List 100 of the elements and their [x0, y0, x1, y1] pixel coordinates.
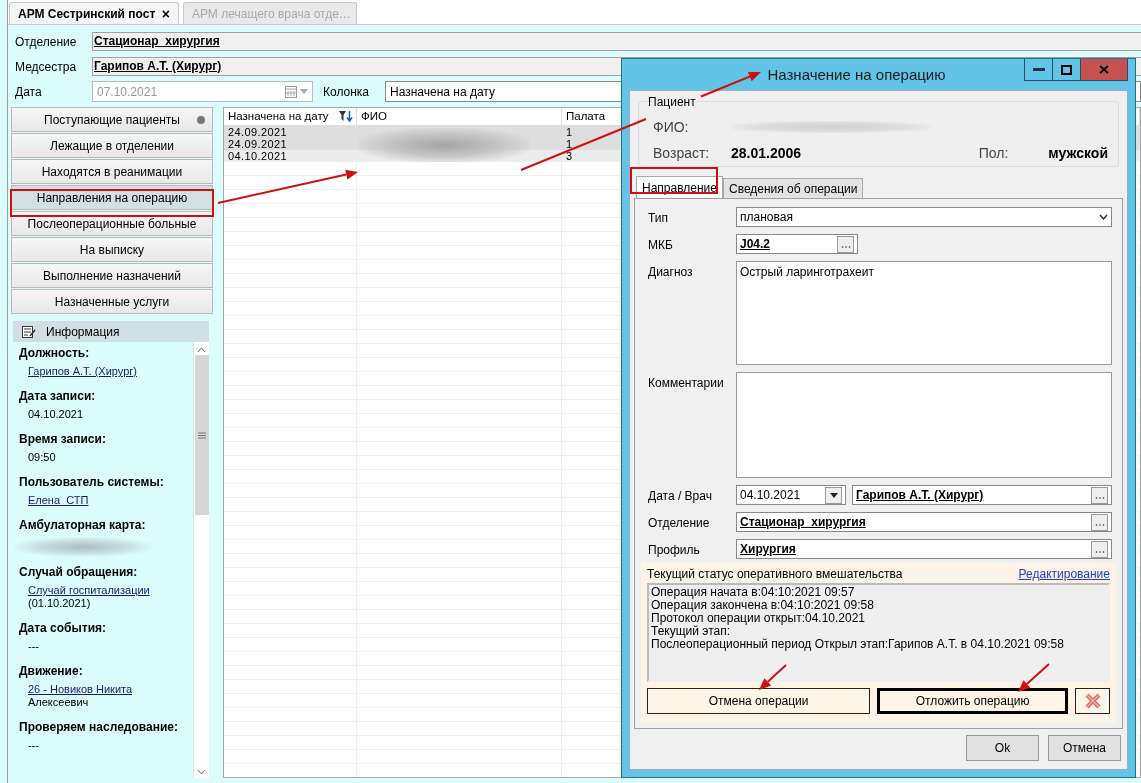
nav-button[interactable]: Лежащие в отделении [11, 133, 213, 158]
arrow-down-icon[interactable] [197, 769, 206, 775]
field-label: Отделение [647, 515, 711, 530]
ellipsis-button[interactable] [1091, 513, 1108, 531]
delete-button[interactable] [1075, 688, 1110, 714]
status-title: Текущий статус оперативного вмешательства [647, 567, 903, 583]
x-icon [1084, 693, 1101, 709]
close-icon [1099, 65, 1109, 74]
filter-sort-icon[interactable] [339, 111, 353, 122]
close-button[interactable]: × [161, 5, 170, 22]
field-label: Отделение [15, 34, 78, 49]
info-link[interactable]: Елена СТП [28, 494, 89, 506]
date-field[interactable]: 04.10.2021 [736, 485, 846, 505]
field-label: Тип [647, 210, 669, 225]
dialog-button[interactable]: Ok [966, 735, 1039, 761]
status-line: Послеоперационный период Открыл этап:Гарипов А.Т. в 04.10.2021 09:58 [651, 638, 1065, 651]
info-label: Движение: [19, 664, 84, 679]
nav-button[interactable]: Выполнение назначений [11, 263, 213, 288]
field-label: МКБ [647, 237, 674, 252]
comments-field[interactable] [736, 372, 1112, 478]
field-label: Профиль [647, 542, 701, 557]
nav-button[interactable]: Находятся в реанимации [11, 159, 213, 184]
department-field[interactable]: Стационар хирургия [92, 32, 1141, 51]
info-label: Дата события: [19, 621, 108, 636]
info-label: Проверяем наследование: [19, 720, 179, 735]
info-link[interactable]: Гарипов А.Т. (Хирург) [28, 365, 137, 377]
indicator-dot [197, 116, 205, 124]
close-button[interactable] [1081, 59, 1127, 80]
notepad-icon [22, 325, 36, 338]
info-link[interactable]: 26 - Новиков Никита [28, 683, 133, 695]
field-label: Пол: [978, 145, 1009, 161]
chevron-down-icon [1099, 214, 1108, 220]
nav-button[interactable]: Поступающие пациенты [11, 107, 213, 132]
ellipsis-button[interactable] [1091, 486, 1108, 504]
mkb-field[interactable]: J04.2 [736, 234, 858, 254]
grip-icon [197, 431, 206, 439]
ellipsis-icon [1094, 522, 1105, 527]
info-label: Пользователь системы: [19, 475, 165, 490]
field-label: Колонка [323, 84, 371, 99]
table-cell-text: 24.09.2021 [227, 138, 289, 150]
table-cell-text: 04.10.2021 [227, 150, 289, 162]
nav-button[interactable]: На выписку [11, 237, 213, 262]
dialog-button[interactable]: Отмена [1048, 735, 1121, 761]
field-label: Дата / Врач [647, 488, 713, 503]
info-label: Амбулаторная карта: [19, 518, 147, 533]
info-value: 09:50 [28, 451, 56, 463]
edit-link[interactable]: Редактирование [1018, 567, 1110, 583]
ellipsis-icon [1094, 549, 1105, 554]
table-cell-text: 24.09.2021 [227, 126, 289, 138]
tab[interactable]: АРМ Сестринский пост × [9, 2, 179, 24]
info-value: --- [28, 640, 39, 652]
info-note: (01.10.2021) [28, 597, 92, 610]
column-header[interactable]: ФИО [357, 108, 562, 125]
status-line: Операция начата в:04:10:2021 09:57 [651, 586, 856, 599]
status-line: Протокол операции открыт:04.10.2021 [651, 612, 867, 625]
profile-field[interactable]: Хирургия [736, 539, 1112, 559]
status-line: Текущий этап: [651, 625, 731, 638]
info-label: Должность: [19, 346, 91, 361]
maximize-icon [1061, 64, 1072, 75]
minimize-icon [1032, 67, 1045, 72]
ellipsis-icon [1094, 495, 1105, 500]
ellipsis-button[interactable] [1091, 540, 1108, 558]
field-label: Медсестра [15, 59, 78, 74]
action-button[interactable]: Отмена операции [647, 688, 871, 714]
table-cell-text: 1 [565, 138, 574, 150]
action-button[interactable]: Отложить операцию [877, 688, 1068, 714]
field-label: ФИО: [653, 119, 690, 135]
table-cell-text: 3 [565, 150, 574, 162]
scrollbar[interactable] [193, 342, 209, 778]
annotation-arrow [759, 664, 787, 690]
nav-button[interactable]: Назначенные услуги [11, 289, 213, 314]
dropdown-button[interactable] [825, 486, 842, 504]
table-cell-text: 1 [565, 126, 574, 138]
field-value: мужской [1048, 145, 1108, 161]
field-label: Диагноз [647, 264, 694, 279]
status-line: Операция закончена в:04:10:2021 09:58 [651, 599, 875, 612]
ellipsis-button[interactable] [837, 235, 854, 253]
nav-button[interactable]: Послеоперационные больные [11, 211, 213, 236]
type-select[interactable]: плановая [736, 207, 1112, 227]
department-field[interactable]: Стационар хирургия [736, 512, 1112, 532]
info-label: Случай обращения: [19, 565, 139, 580]
column-header[interactable]: Назначена на дату [224, 108, 357, 125]
doctor-field[interactable]: Гарипов А.Т. (Хирург) [852, 485, 1112, 505]
info-value: 04.10.2021 [28, 408, 84, 420]
ellipsis-icon [840, 244, 851, 249]
arrow-up-icon[interactable] [197, 347, 206, 353]
nav-button[interactable]: Направления на операцию [11, 185, 213, 210]
tab[interactable]: Направление [636, 176, 723, 198]
caret-icon [829, 492, 838, 498]
info-value: --- [28, 739, 39, 751]
field-label: Комментарии [647, 375, 725, 390]
diagnosis-field[interactable]: Острый ларинготрахеит [736, 261, 1112, 365]
caret-icon [300, 89, 308, 94]
tab[interactable]: Сведения об операции [722, 178, 864, 198]
field-value: 28.01.2006 [731, 145, 802, 161]
info-link[interactable]: Случай госпитализации [28, 584, 150, 596]
info-note: Алексеевич [28, 696, 90, 709]
calendar-icon [285, 85, 297, 98]
info-label: Время записи: [19, 432, 107, 447]
panel-title: Информация [46, 324, 120, 339]
